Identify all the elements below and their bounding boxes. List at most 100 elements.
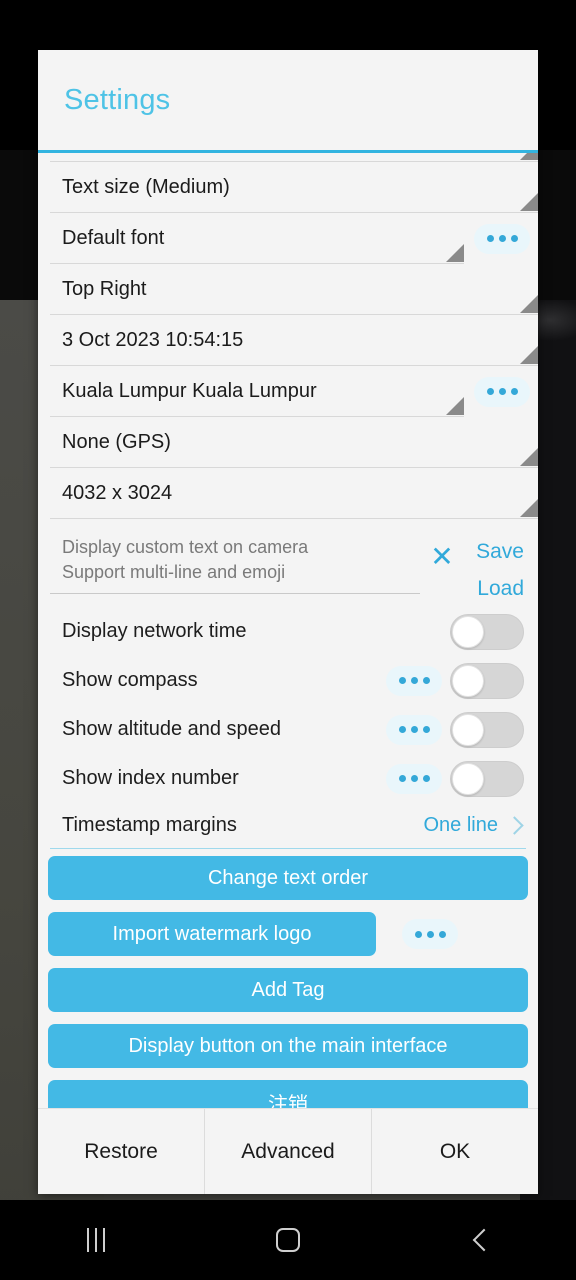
load-button[interactable]: Load	[464, 570, 526, 607]
spinner-row-wrap: 3 Oct 2023 10:54:15	[38, 315, 538, 366]
spinner-dropdown-icon	[520, 499, 538, 517]
toggle-row-2: Show altitude and speed	[50, 705, 526, 754]
button-1[interactable]: Import watermark logo	[48, 912, 376, 956]
spinner-dropdown-icon	[520, 346, 538, 364]
dot	[426, 930, 434, 938]
overflow-menu-icon[interactable]	[474, 223, 530, 254]
spinner-value: Top Right	[62, 277, 147, 300]
dialog-action-bar: Restore Advanced OK	[38, 1108, 538, 1194]
toggle-knob	[452, 615, 484, 648]
spinner-dropdown-icon	[520, 448, 538, 466]
overflow-menu-icon[interactable]	[386, 714, 442, 745]
dot	[438, 930, 446, 938]
toggle-label: Display network time	[62, 620, 247, 642]
dot	[398, 775, 406, 782]
dot	[410, 726, 418, 733]
button-2[interactable]: Add Tag	[48, 968, 528, 1012]
toggle-switch[interactable]	[450, 760, 524, 797]
spinner-value: Text size (Medium)	[62, 175, 230, 198]
spinner-value: Default font	[62, 226, 165, 249]
dot	[486, 388, 494, 395]
toggle-list: Display network time Show compass Show alt…	[38, 607, 538, 803]
save-button[interactable]: Save	[464, 533, 526, 570]
action-button-area: Change text order Import watermark logo Ad…	[38, 849, 538, 1108]
button-row: Import watermark logo	[48, 912, 528, 956]
toggle-label: Show compass	[62, 669, 198, 691]
dot	[422, 726, 430, 733]
overflow-menu-icon[interactable]	[386, 665, 442, 696]
timestamp-margins-label: Timestamp margins	[62, 814, 237, 836]
custom-text-input[interactable]: Display custom text on camera Support mu…	[50, 529, 420, 594]
home-button[interactable]	[192, 1228, 384, 1252]
spinner-dropdown-icon	[446, 397, 464, 415]
custom-text-placeholder-line2: Support multi-line and emoji	[62, 562, 286, 582]
dot	[510, 235, 518, 242]
spinner-1[interactable]: Text size (Medium)	[50, 162, 538, 213]
spinner-value: None (GPS)	[62, 430, 171, 453]
overflow-menu-icon[interactable]	[474, 376, 530, 407]
spinner-dropdown-icon	[520, 153, 538, 160]
restore-button[interactable]: Restore	[38, 1109, 204, 1194]
toggle-row-0: Display network time	[50, 607, 526, 656]
spinner-row-wrap: Top Right	[38, 264, 538, 315]
toggle-row-1: Show compass	[50, 656, 526, 705]
dot	[398, 677, 406, 684]
phone-screen: Settings Text size (Medium) Default font T…	[0, 0, 576, 1280]
close-icon[interactable]: ✕	[420, 535, 464, 579]
spinner-3[interactable]: Top Right	[50, 264, 538, 315]
toggle-knob	[452, 664, 484, 697]
toggle-label: Show altitude and speed	[62, 718, 282, 740]
dot	[410, 677, 418, 684]
spinner-5[interactable]: Kuala Lumpur Kuala Lumpur	[50, 366, 464, 417]
toggle-switch[interactable]	[450, 711, 524, 748]
timestamp-margins-value: One line	[423, 814, 499, 836]
recents-icon	[87, 1228, 105, 1252]
dot	[398, 726, 406, 733]
spinner-dropdown-icon	[446, 244, 464, 262]
timestamp-margins-row[interactable]: Timestamp margins One line	[50, 803, 526, 849]
spinner-dropdown-icon	[520, 295, 538, 313]
dot	[498, 235, 506, 242]
toggle-row-3: Show index number	[50, 754, 526, 803]
page-title: Settings	[64, 84, 171, 116]
settings-dialog: Settings Text size (Medium) Default font T…	[38, 50, 538, 1194]
dot	[498, 388, 506, 395]
spinner-value: Kuala Lumpur Kuala Lumpur	[62, 379, 317, 402]
overflow-menu-icon[interactable]	[402, 919, 458, 949]
spinner-row-wrap: Kuala Lumpur Kuala Lumpur	[38, 366, 538, 417]
toggle-knob	[452, 713, 484, 746]
spinner-row-wrap: Text size (Medium)	[38, 162, 538, 213]
dot	[414, 930, 422, 938]
button-0[interactable]: Change text order	[48, 856, 528, 900]
dot	[486, 235, 494, 242]
button-4[interactable]: 注销	[48, 1080, 528, 1108]
spinner-7[interactable]: 4032 x 3024	[50, 468, 538, 519]
spinner-2[interactable]: Default font	[50, 213, 464, 264]
toggle-label: Show index number	[62, 767, 239, 789]
custom-text-row: Display custom text on camera Support mu…	[50, 529, 526, 607]
spinner-6[interactable]: None (GPS)	[50, 417, 538, 468]
spinner-4[interactable]: 3 Oct 2023 10:54:15	[50, 315, 538, 366]
toggle-switch[interactable]	[450, 613, 524, 650]
dot	[422, 677, 430, 684]
recents-button[interactable]	[0, 1228, 192, 1252]
spinner-value: 4032 x 3024	[62, 481, 173, 504]
advanced-button[interactable]: Advanced	[204, 1109, 371, 1194]
spinner-row-wrap	[38, 153, 538, 162]
toggle-knob	[452, 762, 484, 795]
spinner-value: 3 Oct 2023 10:54:15	[62, 328, 244, 351]
settings-body: Text size (Medium) Default font Top Right 3…	[38, 153, 538, 1108]
home-icon	[276, 1228, 300, 1252]
overflow-menu-icon[interactable]	[386, 763, 442, 794]
dot	[410, 775, 418, 782]
button-3[interactable]: Display button on the main interface	[48, 1024, 528, 1068]
ok-button[interactable]: OK	[371, 1109, 538, 1194]
back-icon	[471, 1231, 489, 1249]
dot	[510, 388, 518, 395]
spinner-row-wrap: None (GPS)	[38, 417, 538, 468]
spinner-dropdown-icon	[520, 193, 538, 211]
spinner-0[interactable]	[50, 153, 538, 162]
back-button[interactable]	[384, 1231, 576, 1249]
spinner-list: Text size (Medium) Default font Top Right 3…	[38, 153, 538, 519]
toggle-switch[interactable]	[450, 662, 524, 699]
